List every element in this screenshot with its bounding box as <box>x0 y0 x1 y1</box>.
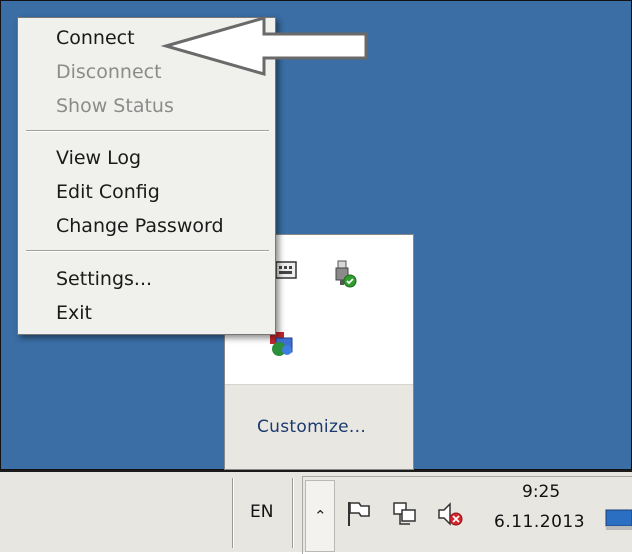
taskbar-divider <box>232 478 234 548</box>
usb-safe-remove-icon[interactable] <box>331 259 357 289</box>
menu-separator <box>26 130 269 132</box>
action-center-flag-icon[interactable] <box>346 500 372 528</box>
menu-item-view-log[interactable]: View Log <box>56 147 141 169</box>
menu-item-connect[interactable]: Connect <box>56 27 135 49</box>
taskbar-divider <box>292 478 294 548</box>
clock-time[interactable]: 9:25 <box>522 482 560 502</box>
menu-item-exit[interactable]: Exit <box>56 302 92 324</box>
network-icon[interactable] <box>392 500 418 528</box>
flyout-footer: Customize... <box>225 384 413 469</box>
taskbar: EN ⌃ 9:25 6.11.2013 <box>0 470 632 554</box>
clock-date[interactable]: 6.11.2013 <box>494 512 585 532</box>
annotation-arrow-icon <box>160 16 368 76</box>
menu-item-settings[interactable]: Settings... <box>56 268 152 290</box>
keyboard-icon[interactable] <box>275 259 297 281</box>
show-hidden-icons-button[interactable]: ⌃ <box>305 480 335 552</box>
menu-item-edit-config[interactable]: Edit Config <box>56 181 160 203</box>
chevron-up-icon: ⌃ <box>314 507 327 525</box>
speaker-muted-icon[interactable] <box>436 500 464 528</box>
menu-item-change-password[interactable]: Change Password <box>56 215 224 237</box>
show-desktop-icon[interactable] <box>604 508 632 532</box>
language-indicator[interactable]: EN <box>250 502 273 522</box>
customize-link[interactable]: Customize... <box>257 417 366 437</box>
menu-item-disconnect: Disconnect <box>56 61 162 83</box>
menu-item-show-status: Show Status <box>56 95 174 117</box>
menu-separator <box>26 250 269 252</box>
